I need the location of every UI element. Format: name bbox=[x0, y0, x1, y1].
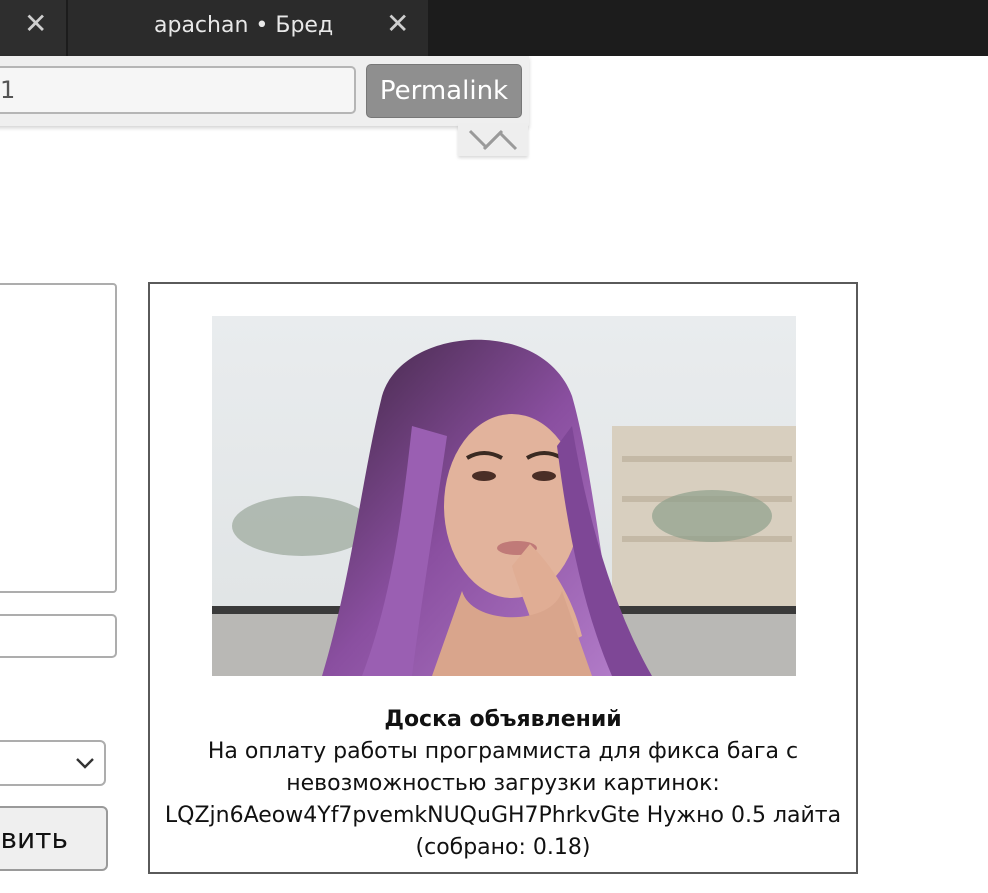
tab-previous-close-icon[interactable]: ✕ bbox=[24, 8, 47, 40]
permalink-url-input[interactable] bbox=[0, 66, 356, 114]
tab-active[interactable]: apachan • Бред ✕ bbox=[68, 0, 428, 56]
form-text-input[interactable] bbox=[0, 614, 117, 658]
announcement-box: Доска объявлений На оплату работы програ… bbox=[148, 282, 858, 874]
tab-active-title: apachan • Бред bbox=[154, 13, 334, 38]
double-chevron-icon bbox=[468, 129, 518, 151]
announcement-image bbox=[212, 316, 796, 676]
panel-toggle-button[interactable] bbox=[458, 124, 528, 156]
tab-previous[interactable]: ✕ bbox=[0, 0, 66, 56]
chevron-down-icon bbox=[76, 758, 94, 769]
message-textarea[interactable] bbox=[0, 283, 117, 593]
permalink-button[interactable]: Permalink bbox=[366, 64, 522, 118]
form-select[interactable] bbox=[0, 740, 106, 786]
announcement-text: Доска объявлений На оплату работы програ… bbox=[160, 704, 846, 864]
announcement-body: На оплату работы программиста для фикса … bbox=[164, 739, 842, 860]
tab-active-close-icon[interactable]: ✕ bbox=[386, 8, 409, 40]
tab-bar: ✕ apachan • Бред ✕ bbox=[0, 0, 988, 56]
announcement-title: Доска объявлений bbox=[384, 707, 622, 732]
submit-button[interactable]: вить bbox=[0, 806, 108, 871]
